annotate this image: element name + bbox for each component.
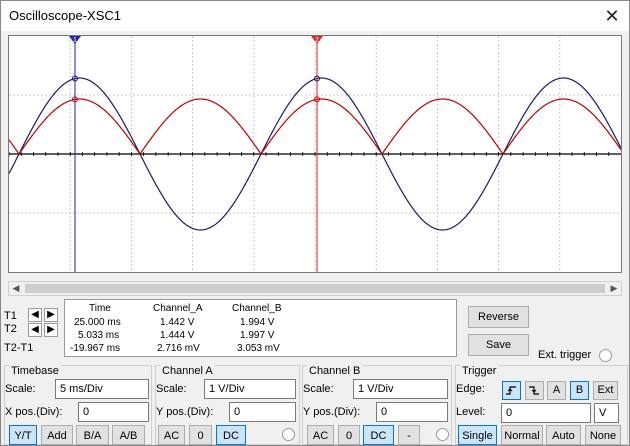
readout-header-channel-a: Channel_A	[153, 303, 203, 314]
readout-t2-channel-b: 1.997 V	[240, 330, 275, 341]
cursor-diff-label: T2-T1	[4, 342, 34, 354]
channel-a-title: Channel A	[160, 365, 215, 377]
readout-t1-time: 25.000 ms	[74, 317, 121, 328]
trigger-group: Trigger Edge: A B Ext Level: 0 V Single …	[455, 365, 628, 445]
channel-a-terminal[interactable]	[282, 428, 295, 441]
timebase-group: Timebase Scale: 5 ms/Div X pos.(Div): 0 …	[4, 365, 152, 445]
channel-a-ypos-label: Y pos.(Div):	[156, 406, 214, 418]
title-bar: Oscilloscope-XSC1 ✕	[1, 1, 629, 31]
t1-right-arrow-icon[interactable]: ▶	[44, 308, 58, 322]
ext-trigger-label: Ext. trigger	[538, 349, 592, 361]
close-icon[interactable]: ✕	[599, 3, 625, 29]
readout-t2-time: 5.033 ms	[78, 330, 120, 341]
ext-trigger-terminal[interactable]	[599, 349, 612, 362]
readout-header-time: Time	[89, 303, 111, 314]
trigger-level-label: Level:	[456, 406, 486, 418]
channel-b-scale-field[interactable]: 1 V/Div	[353, 379, 448, 399]
scope-display: 12	[8, 35, 622, 273]
readout-diff-channel-a: 2.716 mV	[157, 343, 200, 354]
timebase-scale-label: Scale:	[5, 383, 36, 395]
mode-add-button[interactable]: Add	[41, 425, 73, 445]
channel-a-ypos-field[interactable]: 0	[229, 402, 296, 422]
mode-ba-button[interactable]: B/A	[76, 425, 109, 445]
falling-edge-icon[interactable]	[525, 381, 544, 400]
channel-a-dc-button[interactable]: DC	[216, 425, 246, 445]
cursor-t2-label: T2	[4, 323, 17, 335]
readout-header-channel-b: Channel_B	[232, 303, 282, 314]
timebase-scale-field[interactable]: 5 ms/Div	[55, 379, 149, 399]
rising-edge-icon[interactable]	[502, 381, 521, 400]
cursor-t1-label: 1	[73, 37, 77, 44]
channel-b-dc-button[interactable]: DC	[363, 425, 394, 445]
save-button[interactable]: Save	[468, 334, 529, 356]
readout-t1-channel-b: 1.994 V	[240, 317, 275, 328]
channel-a-scale-field[interactable]: 1 V/Div	[204, 379, 296, 399]
channel-b-title: Channel B	[307, 365, 363, 377]
trigger-source-b-button[interactable]: B	[570, 381, 589, 400]
trigger-source-ext-button[interactable]: Ext	[593, 381, 618, 400]
channel-b-scale-label: Scale:	[303, 383, 334, 395]
measurement-readout: Time Channel_A Channel_B 25.000 ms 1.442…	[64, 299, 457, 357]
scroll-right-icon[interactable]: ▶	[607, 282, 621, 295]
t2-left-arrow-icon[interactable]: ◀	[28, 323, 42, 337]
trigger-auto-button[interactable]: Auto	[546, 425, 581, 445]
channel-a-ac-button[interactable]: AC	[158, 425, 185, 445]
oscilloscope-window: Oscilloscope-XSC1 ✕ 12 ◀ ▶ T1 ◀ ▶ T2 ◀ ▶…	[0, 0, 630, 446]
trigger-normal-button[interactable]: Normal	[501, 425, 543, 445]
timebase-xpos-field[interactable]: 0	[78, 402, 149, 422]
reverse-button[interactable]: Reverse	[468, 306, 529, 328]
mode-yt-button[interactable]: Y/T	[9, 425, 37, 445]
horizontal-scrollbar[interactable]: ◀ ▶	[8, 281, 622, 296]
trigger-edge-label: Edge:	[456, 383, 485, 395]
mode-ab-button[interactable]: A/B	[112, 425, 145, 445]
trigger-single-button[interactable]: Single	[458, 425, 497, 445]
channel-a-zero-button[interactable]: 0	[189, 425, 212, 445]
channel-b-group: Channel B Scale: 1 V/Div Y pos.(Div): 0 …	[302, 365, 452, 445]
readout-t1-channel-a: 1.442 V	[160, 317, 195, 328]
timebase-title: Timebase	[9, 365, 61, 377]
trigger-none-button[interactable]: None	[585, 425, 621, 445]
channel-b-minus-button[interactable]: -	[398, 425, 420, 445]
timebase-xpos-label: X pos.(Div):	[5, 406, 63, 418]
t1-left-arrow-icon[interactable]: ◀	[28, 308, 42, 322]
scrollbar-thumb[interactable]	[25, 284, 605, 293]
channel-a-group: Channel A Scale: 1 V/Div Y pos.(Div): 0 …	[155, 365, 300, 445]
channel-b-ypos-label: Y pos.(Div):	[303, 406, 361, 418]
channel-a-scale-label: Scale:	[156, 383, 187, 395]
scroll-left-icon[interactable]: ◀	[9, 282, 23, 295]
channel-b-ypos-field[interactable]: 0	[376, 402, 448, 422]
readout-diff-time: -19.967 ms	[70, 343, 121, 354]
channel-b-ac-button[interactable]: AC	[307, 425, 334, 445]
window-title: Oscilloscope-XSC1	[9, 8, 121, 23]
readout-t2-channel-a: 1.444 V	[160, 330, 195, 341]
channel-b-zero-button[interactable]: 0	[338, 425, 360, 445]
trigger-level-field[interactable]: 0	[501, 403, 591, 423]
trigger-source-a-button[interactable]: A	[547, 381, 566, 400]
trigger-level-unit[interactable]: V	[594, 403, 619, 423]
cursor-t2-label: 2	[315, 37, 319, 44]
trigger-title: Trigger	[460, 365, 499, 377]
t2-right-arrow-icon[interactable]: ▶	[44, 323, 58, 337]
scope-canvas: 12	[9, 36, 621, 272]
channel-b-terminal[interactable]	[436, 428, 449, 441]
readout-diff-channel-b: 3.053 mV	[237, 343, 280, 354]
